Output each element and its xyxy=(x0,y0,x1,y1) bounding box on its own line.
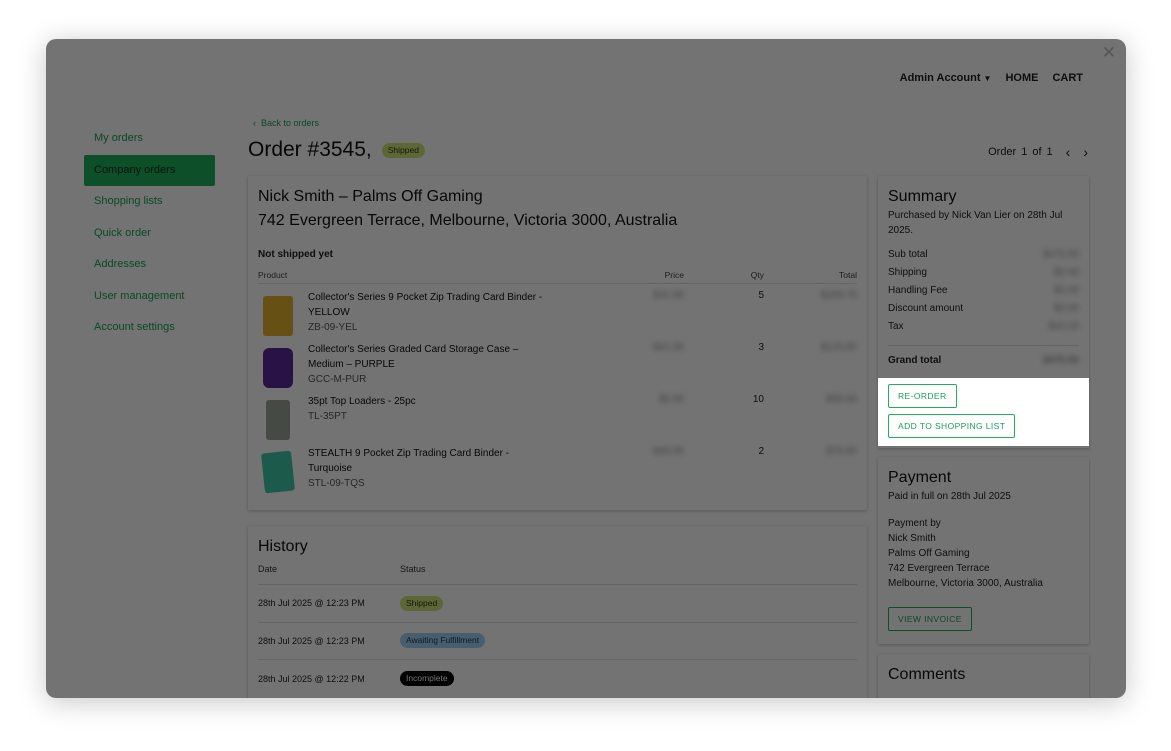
product-total: $209.75 xyxy=(820,290,857,301)
top-nav: Admin Account ▼ HOME CART xyxy=(900,72,1083,84)
divider xyxy=(888,345,1079,346)
product-qty: 3 xyxy=(758,342,764,353)
summary-line: Tax $43.18 xyxy=(888,321,1079,332)
product-name: STEALTH 9 Pocket Zip Trading Card Binder… xyxy=(308,448,510,474)
customer-address: 742 Evergreen Terrace, Melbourne, Victor… xyxy=(258,212,678,229)
product-price: $5.95 xyxy=(658,394,684,405)
caret-down-icon: ▼ xyxy=(983,74,992,83)
table-row: STEALTH 9 Pocket Zip Trading Card Binder… xyxy=(258,446,857,494)
comments-card: Comments xyxy=(878,654,1089,698)
sidebar-item-shopping-lists[interactable]: Shopping lists xyxy=(84,186,215,218)
status-badge: Awaiting Fulfillment xyxy=(400,633,486,649)
product-total: $59.50 xyxy=(826,394,857,405)
order-pager: Order 1 of 1 ‹ › xyxy=(988,144,1088,160)
status-badge: Incomplete xyxy=(400,671,454,687)
chevron-left-icon[interactable]: ‹ xyxy=(1066,144,1071,160)
history-row: 28th Jul 2025 @ 12:23 PM Shipped xyxy=(258,585,857,623)
product-sku: TL-35PT xyxy=(308,411,347,422)
purchased-by: Purchased by Nick Van Lier on 28th Jul 2… xyxy=(888,210,1063,236)
grand-total: Grand total $475.00 xyxy=(888,355,1079,366)
comments-title: Comments xyxy=(888,666,966,683)
product-qty: 10 xyxy=(752,394,764,405)
back-to-orders-link[interactable]: ‹ Back to orders xyxy=(253,118,319,128)
payment-card: Payment Paid in full on 28th Jul 2025 Pa… xyxy=(878,457,1089,644)
nav-home-link[interactable]: HOME xyxy=(1005,72,1038,84)
chevron-right-icon[interactable]: › xyxy=(1083,144,1088,160)
product-name: Collector's Series 9 Pocket Zip Trading … xyxy=(308,292,543,318)
payment-title: Payment xyxy=(888,469,952,486)
highlighted-actions: RE-ORDER ADD TO SHOPPING LIST xyxy=(878,378,1089,446)
close-icon[interactable]: ✕ xyxy=(1102,43,1116,63)
product-qty: 5 xyxy=(758,290,764,301)
product-price: $41.95 xyxy=(653,342,684,353)
summary-line: Sub total $475.00 xyxy=(888,249,1079,260)
summary-line: Handling Fee $0.00 xyxy=(888,285,1079,296)
sidebar-item-user-management[interactable]: User management xyxy=(84,281,215,313)
history-card: History Date Status 28th Jul 2025 @ 12:2… xyxy=(248,526,867,698)
status-badge: Shipped xyxy=(400,595,444,611)
history-row: 28th Jul 2025 @ 12:23 PM Awaiting Fulfil… xyxy=(258,623,857,660)
shipment-status: Not shipped yet xyxy=(258,249,334,260)
sidebar-item-my-orders[interactable]: My orders xyxy=(84,123,215,155)
product-sku: STL-09-TQS xyxy=(308,478,365,489)
order-details-card: Nick Smith – Palms Off Gaming 742 Evergr… xyxy=(248,176,867,510)
payment-status: Paid in full on 28th Jul 2025 xyxy=(888,491,1011,502)
table-row: 35pt Top Loaders - 25pc TL-35PT $5.95 10… xyxy=(258,394,857,440)
page-title: Order #3545, Shipped xyxy=(248,138,425,162)
product-name: 35pt Top Loaders - 25pc xyxy=(308,396,416,407)
product-image xyxy=(263,296,293,336)
summary-line: Discount amount $0.00 xyxy=(888,303,1079,314)
table-row: Collector's Series 9 Pocket Zip Trading … xyxy=(258,290,857,336)
table-row: Collector's Series Graded Card Storage C… xyxy=(258,342,857,388)
account-menu[interactable]: Admin Account ▼ xyxy=(900,72,992,84)
product-image xyxy=(260,450,296,494)
nav-cart-link[interactable]: CART xyxy=(1052,72,1083,84)
product-sku: GCC-M-PUR xyxy=(308,374,367,385)
add-to-shopping-list-button[interactable]: ADD TO SHOPPING LIST xyxy=(888,414,1016,438)
product-sku: ZB-09-YEL xyxy=(308,322,358,333)
product-price: $41.95 xyxy=(653,290,684,301)
sidebar: My orders Company orders Shopping lists … xyxy=(84,123,215,344)
view-invoice-button[interactable]: VIEW INVOICE xyxy=(888,607,972,631)
product-image xyxy=(263,348,293,388)
sidebar-item-addresses[interactable]: Addresses xyxy=(84,249,215,281)
chevron-left-icon: ‹ xyxy=(253,118,256,128)
product-total: $79.90 xyxy=(826,446,857,457)
product-image xyxy=(266,400,290,440)
product-total: $125.85 xyxy=(820,342,857,353)
summary-title: Summary xyxy=(888,188,957,205)
sidebar-item-company-orders[interactable]: Company orders xyxy=(84,154,215,186)
status-badge: Shipped xyxy=(381,142,425,158)
history-header: Date Status xyxy=(258,564,857,585)
table-header: Product Price Qty Total xyxy=(258,270,857,284)
product-qty: 2 xyxy=(758,446,764,457)
summary-line: Shipping $0.00 xyxy=(888,267,1079,278)
product-name: Collector's Series Graded Card Storage C… xyxy=(308,344,519,370)
sidebar-item-quick-order[interactable]: Quick order xyxy=(84,218,215,250)
history-title: History xyxy=(258,538,308,555)
history-row: 28th Jul 2025 @ 12:22 PM Incomplete xyxy=(258,660,857,698)
reorder-button[interactable]: RE-ORDER xyxy=(888,384,957,408)
modal-window: ✕ Admin Account ▼ HOME CART My orders Com… xyxy=(46,39,1126,698)
product-price: $39.95 xyxy=(653,446,684,457)
sidebar-item-account-settings[interactable]: Account settings xyxy=(84,312,215,344)
customer-name: Nick Smith – Palms Off Gaming xyxy=(258,188,483,205)
